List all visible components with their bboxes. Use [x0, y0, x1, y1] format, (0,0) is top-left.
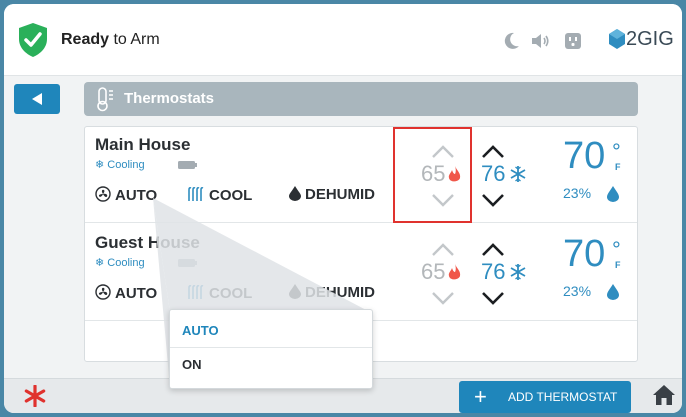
back-button[interactable] [14, 84, 60, 114]
thermostat-row[interactable]: Main House ❄ Cooling AUTO COOL DEHUMID 6… [85, 127, 637, 223]
fan-mode-button[interactable]: AUTO [95, 186, 157, 204]
asterisk-icon[interactable] [24, 385, 46, 407]
snowflake-icon [510, 166, 526, 182]
moon-icon[interactable] [501, 31, 521, 51]
temperature-unit: F [615, 260, 621, 270]
current-temperature: 70 [563, 233, 606, 275]
chevron-up-icon[interactable] [481, 145, 505, 159]
plug-icon[interactable] [563, 31, 583, 51]
add-thermostat-button[interactable]: + ADD THERMOSTAT [459, 381, 631, 413]
chevron-down-icon[interactable] [481, 291, 505, 305]
thermostat-name: Main House [95, 135, 191, 154]
system-mode-button[interactable]: COOL [187, 284, 252, 302]
flame-icon [448, 264, 461, 280]
current-temperature: 70 [563, 135, 606, 177]
drop-icon [289, 284, 301, 299]
mode-indicator: ❄ Cooling [95, 257, 145, 269]
thermostat-name: Guest House [95, 233, 200, 252]
temperature-unit: F [615, 162, 621, 172]
brand-logo-text: 2GIG [626, 28, 674, 50]
thermometer-icon [97, 87, 113, 112]
plus-icon: + [474, 384, 487, 409]
cool-setpoint-value: 76 [481, 161, 506, 186]
dropdown-option-on[interactable]: ON [170, 348, 372, 382]
cool-setpoint: 76 [479, 239, 541, 317]
dropdown-option-auto[interactable]: AUTO [170, 314, 372, 348]
humidity-value: 23% [563, 185, 592, 201]
speaker-icon[interactable] [530, 31, 550, 51]
system-mode-button[interactable]: COOL [187, 186, 252, 204]
heat-setpoint-highlight [393, 127, 472, 223]
status-bar: Ready to Arm 2GIG [4, 4, 682, 76]
home-icon[interactable] [652, 384, 676, 406]
chevron-down-icon[interactable] [431, 291, 455, 305]
chevron-up-icon[interactable] [481, 243, 505, 257]
snowflake-icon [510, 264, 526, 280]
fan-icon [95, 284, 111, 300]
heat-setpoint: 65 [415, 239, 477, 317]
dehumidify-button[interactable]: DEHUMID [289, 186, 375, 203]
dehumidify-button[interactable]: DEHUMID [289, 284, 375, 301]
drop-icon [289, 186, 301, 201]
fan-mode-dropdown: AUTO ON [169, 309, 373, 389]
cool-setpoint-value: 76 [481, 259, 506, 284]
humidity-value: 23% [563, 283, 592, 299]
battery-icon [178, 259, 197, 267]
fan-icon [95, 186, 111, 202]
humidity-drop-icon [607, 186, 619, 202]
add-thermostat-label: ADD THERMOSTAT [508, 390, 618, 404]
check-shield-icon [19, 23, 47, 57]
arm-status: Ready to Arm [61, 31, 160, 48]
fan-mode-button[interactable]: AUTO [95, 284, 157, 302]
thermostat-row[interactable]: Guest House ❄ Cooling AUTO COOL DEHUMID … [85, 225, 637, 321]
heat-wave-icon [188, 284, 204, 299]
back-arrow-icon [32, 93, 42, 105]
snowflake-icon: ❄ [95, 159, 105, 171]
battery-icon [178, 161, 197, 169]
humidity-drop-icon [607, 284, 619, 300]
section-title: Thermostats [124, 90, 215, 107]
chevron-up-icon[interactable] [431, 243, 455, 257]
heat-setpoint-value: 65 [421, 259, 446, 284]
snowflake-icon: ❄ [95, 257, 105, 269]
cool-setpoint: 76 [479, 141, 541, 219]
section-header: Thermostats [84, 82, 638, 116]
heat-wave-icon [188, 186, 204, 201]
chevron-down-icon[interactable] [481, 193, 505, 207]
mode-indicator: ❄ Cooling [95, 159, 145, 171]
